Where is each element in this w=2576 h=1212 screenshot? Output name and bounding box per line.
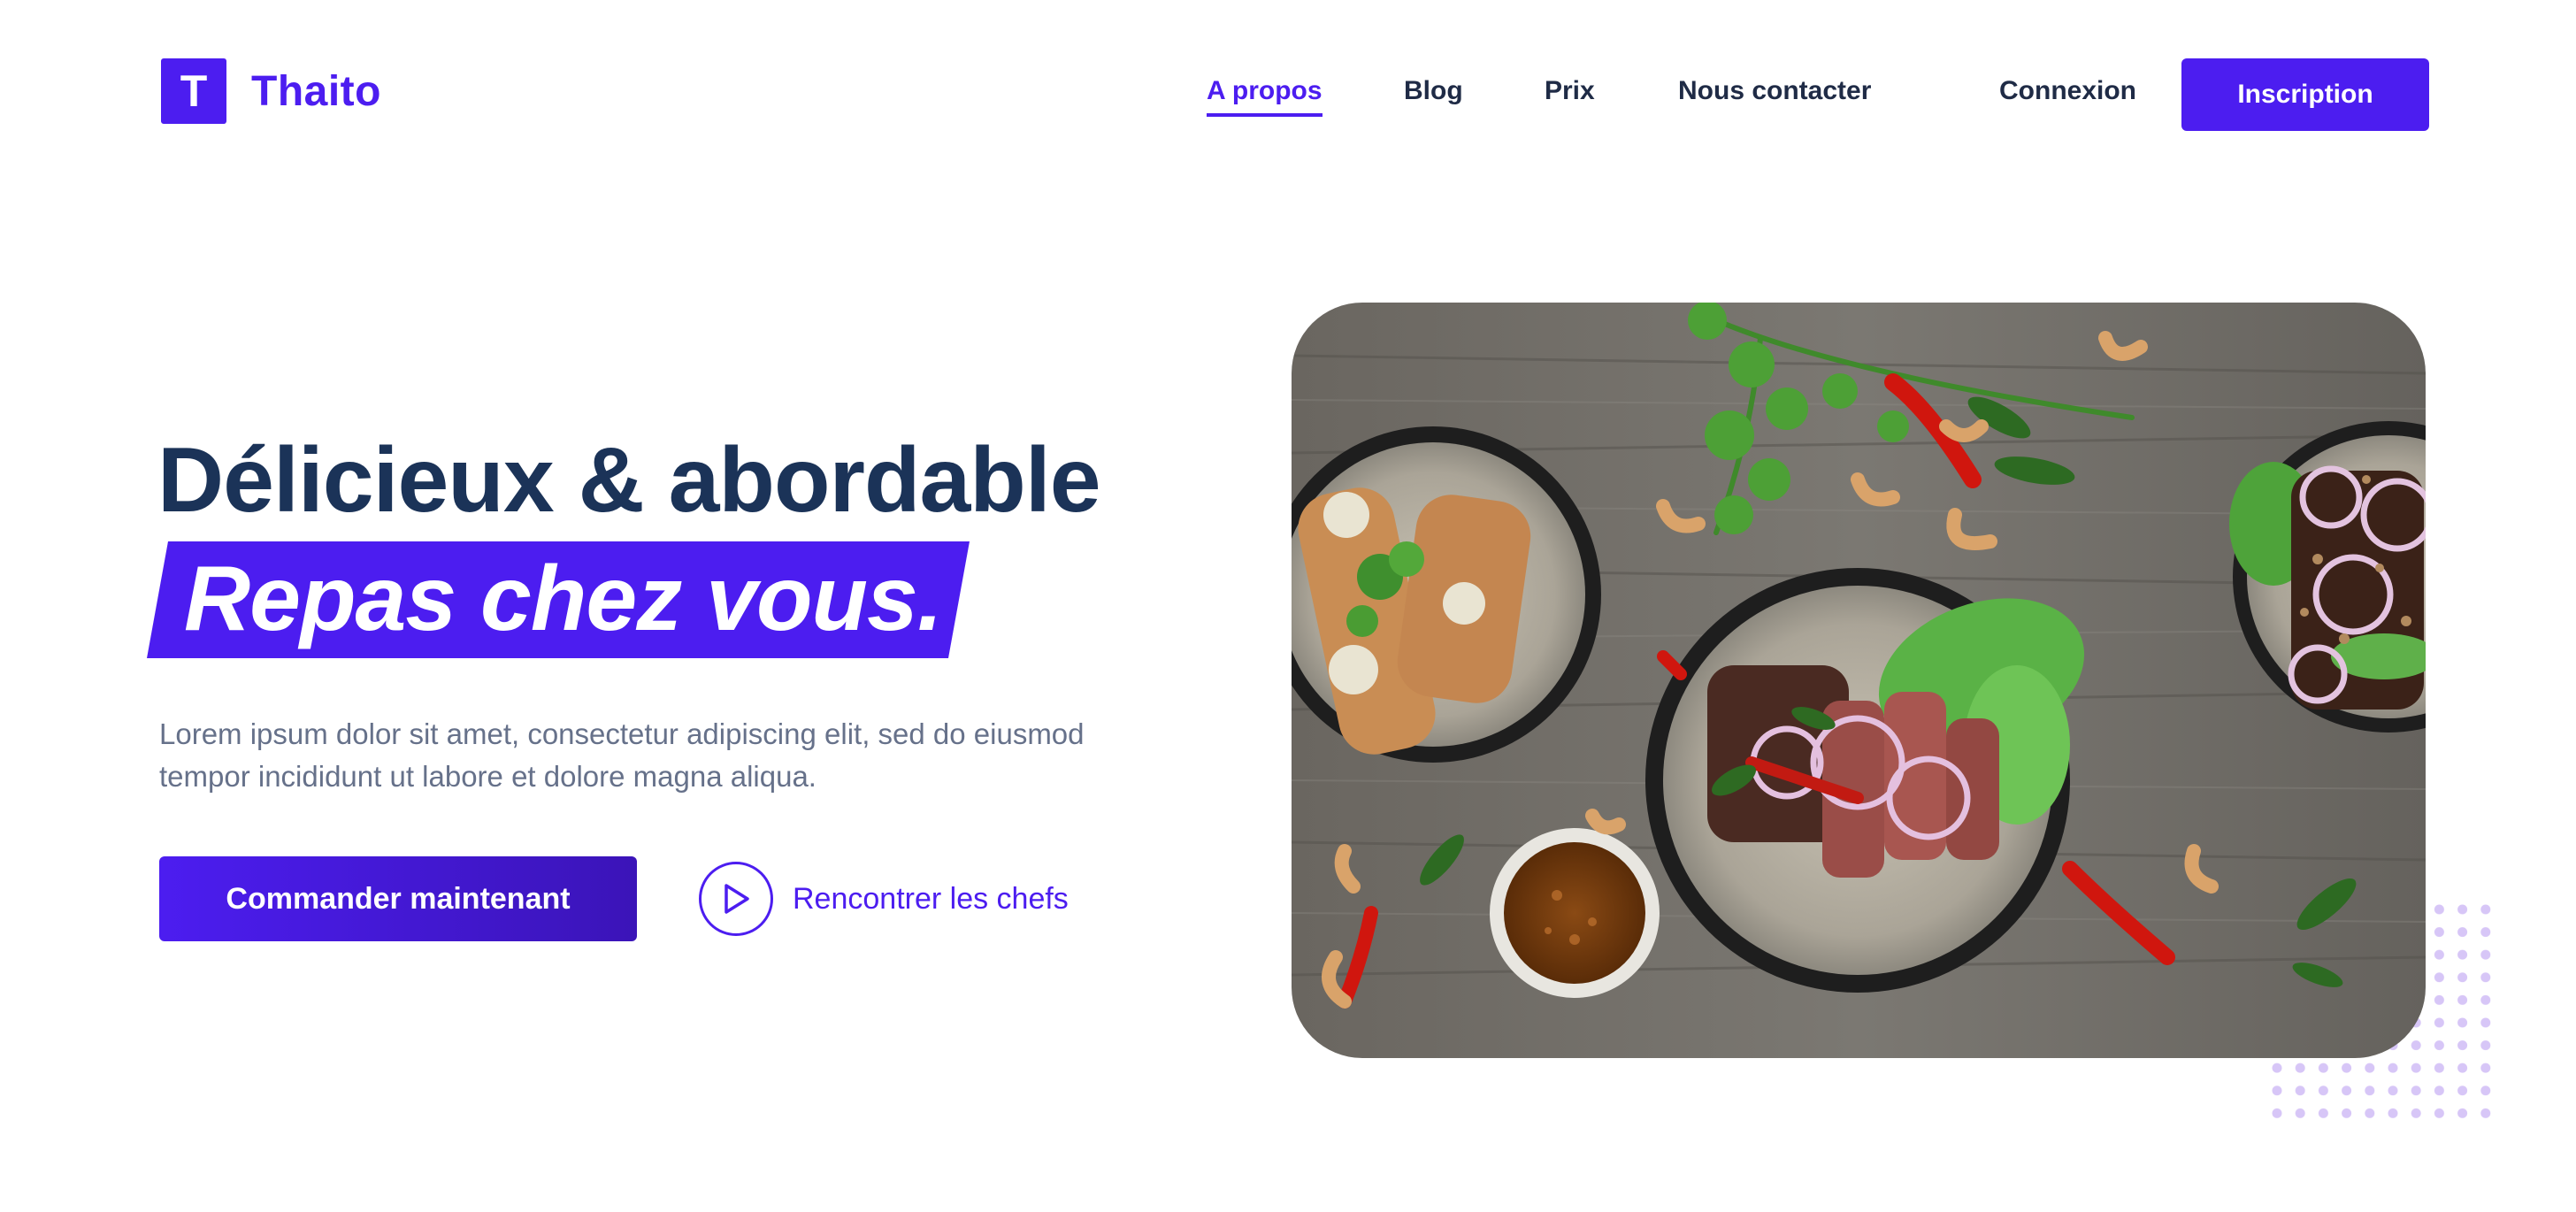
login-link[interactable]: Connexion [1999,76,2136,106]
play-icon [699,862,773,936]
nav-link-blog[interactable]: Blog [1404,76,1463,106]
nav-link-nous-contacter[interactable]: Nous contacter [1678,76,1871,106]
hero-image [1292,303,2426,1058]
order-now-button[interactable]: Commander maintenant [159,856,637,941]
nav-link-prix[interactable]: Prix [1545,76,1595,106]
signup-button[interactable]: Inscription [2181,58,2429,131]
nav-link-a-propos[interactable]: A propos [1207,76,1322,117]
logo-mark: T [161,58,226,124]
hero-title: Délicieux & abordable [157,429,1101,532]
logo[interactable]: T Thaito [161,58,381,124]
hero-highlight-text: Repas chez vous. [184,548,943,650]
meet-chefs-label: Rencontrer les chefs [793,881,1069,916]
brand-name: Thaito [251,67,381,115]
hero-description: Lorem ipsum dolor sit amet, consectetur … [159,717,1085,793]
meet-chefs-link[interactable]: Rencontrer les chefs [699,862,1069,936]
